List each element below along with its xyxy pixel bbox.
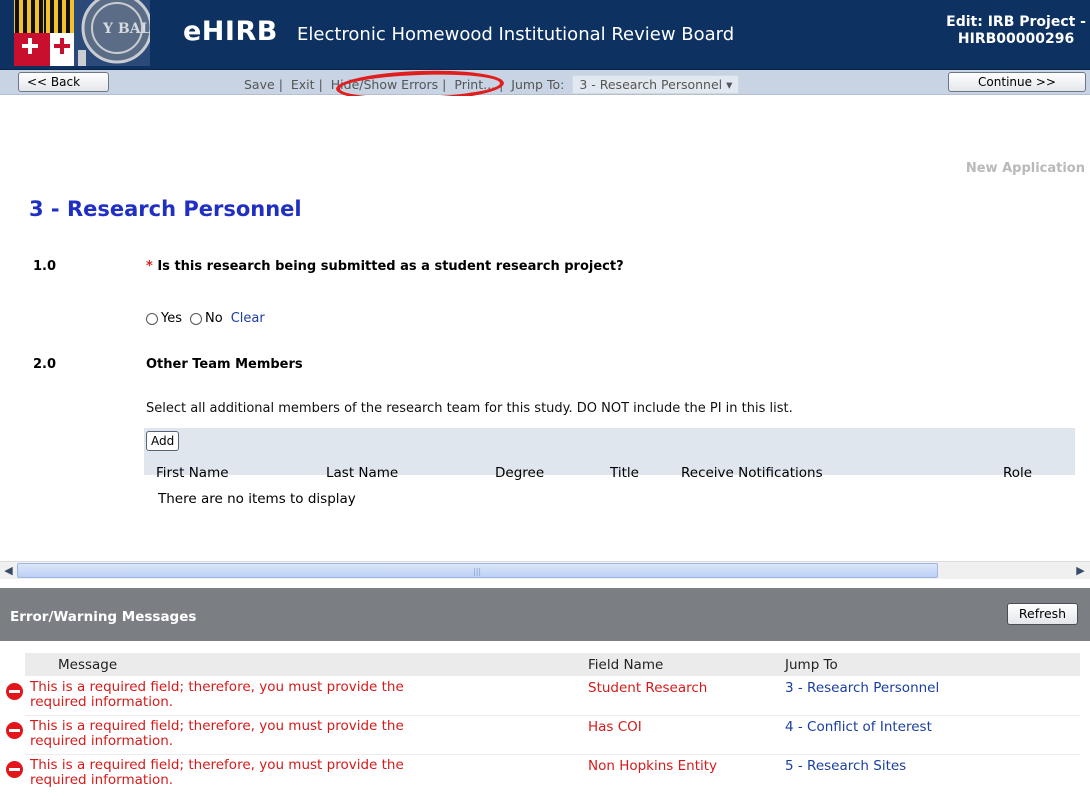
grip-icon: ||| — [473, 567, 482, 576]
error-circle-icon — [6, 683, 23, 700]
separator: | — [278, 77, 283, 92]
exit-link[interactable]: Exit — [291, 77, 315, 92]
no-radio[interactable] — [190, 312, 202, 325]
scrollbar-thumb[interactable]: ||| — [17, 563, 938, 578]
toolbar: << Back Save | Exit | Hide/Show Errors | Pr… — [0, 70, 1090, 95]
error-panel-title: Error/Warning Messages — [10, 609, 197, 625]
error-panel-header: Error/Warning Messages Refresh — [0, 588, 1090, 641]
column-header: Field Name — [588, 657, 664, 673]
scroll-left-icon[interactable]: ◀ — [1, 563, 16, 578]
error-jump-link[interactable]: 5 - Research Sites — [785, 758, 906, 774]
column-header[interactable]: Role — [1003, 465, 1032, 481]
clear-link[interactable]: Clear — [231, 311, 265, 326]
column-header: Jump To — [785, 657, 838, 673]
error-field-name: Has COI — [588, 719, 642, 735]
yes-label: Yes — [161, 311, 182, 326]
error-message-line: required information. — [30, 772, 174, 788]
jump-to-label: Jump To: — [511, 77, 565, 92]
error-row: This is a required field; therefore, you… — [0, 717, 1080, 755]
error-message-line: This is a required field; therefore, you… — [30, 679, 404, 695]
app-full-name: Electronic Homewood Institutional Review… — [297, 24, 735, 45]
error-circle-icon — [6, 722, 23, 739]
row-divider — [25, 715, 1080, 716]
student-research-radio-group: Yes No Clear — [146, 311, 265, 326]
error-field-name: Student Research — [588, 680, 708, 696]
jump-to-select[interactable]: 3 - Research Personnel ▾ — [572, 75, 740, 94]
error-message-line: This is a required field; therefore, you… — [30, 757, 404, 773]
required-mark: * — [146, 259, 153, 274]
app-header: Y BAL eHIRB Electronic Homewood Institut… — [0, 0, 1090, 70]
continue-button[interactable]: Continue >> — [948, 72, 1086, 92]
scroll-right-icon[interactable]: ▶ — [1073, 563, 1088, 578]
error-circle-icon — [6, 761, 23, 778]
refresh-button[interactable]: Refresh — [1007, 603, 1078, 625]
edit-project-line1: Edit: IRB Project - — [946, 14, 1086, 30]
error-table-header: Message Field Name Jump To — [25, 653, 1080, 676]
university-seal-logo: Y BAL — [14, 0, 150, 66]
page-title: 3 - Research Personnel — [29, 197, 302, 221]
svg-text:Y BAL: Y BAL — [102, 21, 150, 37]
empty-table-message: There are no items to display — [158, 491, 356, 507]
error-jump-link[interactable]: 4 - Conflict of Interest — [785, 719, 932, 735]
error-message: This is a required field; therefore, you… — [30, 758, 500, 788]
horizontal-scrollbar[interactable]: ◀ ||| ▶ — [0, 561, 1090, 579]
main-content: New Application 3 - Research Personnel 1… — [0, 96, 1090, 561]
student-research-question: Is this research being submitted as a st… — [157, 259, 624, 274]
save-link[interactable]: Save — [244, 77, 275, 92]
column-header[interactable]: Last Name — [326, 465, 398, 481]
error-field-name: Non Hopkins Entity — [588, 758, 718, 774]
error-row: This is a required field; therefore, you… — [0, 756, 1080, 794]
question-number: 2.0 — [33, 357, 57, 372]
team-members-title: Other Team Members — [146, 357, 303, 372]
error-message-line: required information. — [30, 733, 174, 749]
edit-project-label: Edit: IRB Project - HIRB00000296 — [946, 14, 1086, 48]
question-number: 1.0 — [33, 259, 57, 274]
error-jump-link[interactable]: 3 - Research Personnel — [785, 680, 939, 696]
add-button[interactable]: Add — [146, 431, 180, 451]
column-header[interactable]: Title — [610, 465, 639, 481]
column-header[interactable]: Receive Notifications — [681, 465, 823, 481]
error-message: This is a required field; therefore, you… — [30, 680, 500, 710]
yes-radio[interactable] — [146, 312, 158, 325]
error-message: This is a required field; therefore, you… — [30, 719, 500, 749]
project-id: HIRB00000296 — [957, 31, 1075, 47]
team-members-table: Add First Name Last Name Degree Title Re… — [144, 428, 1075, 481]
back-button[interactable]: << Back — [18, 72, 109, 92]
error-message-line: This is a required field; therefore, you… — [30, 718, 404, 734]
question-text: * Is this research being submitted as a … — [146, 259, 624, 274]
jump-to-value: 3 - Research Personnel — [579, 77, 723, 92]
no-label: No — [205, 311, 223, 326]
dropdown-arrow-icon: ▾ — [726, 77, 733, 92]
separator: | — [318, 77, 323, 92]
column-header[interactable]: First Name — [156, 465, 229, 481]
column-header[interactable]: Degree — [495, 465, 544, 481]
row-divider — [25, 754, 1080, 755]
error-row: This is a required field; therefore, you… — [0, 678, 1080, 716]
error-message-line: required information. — [30, 694, 174, 710]
team-members-description: Select all additional members of the res… — [146, 401, 793, 416]
column-header: Message — [58, 657, 118, 673]
app-name: eHIRB — [183, 16, 278, 47]
application-status: New Application — [965, 161, 1085, 176]
